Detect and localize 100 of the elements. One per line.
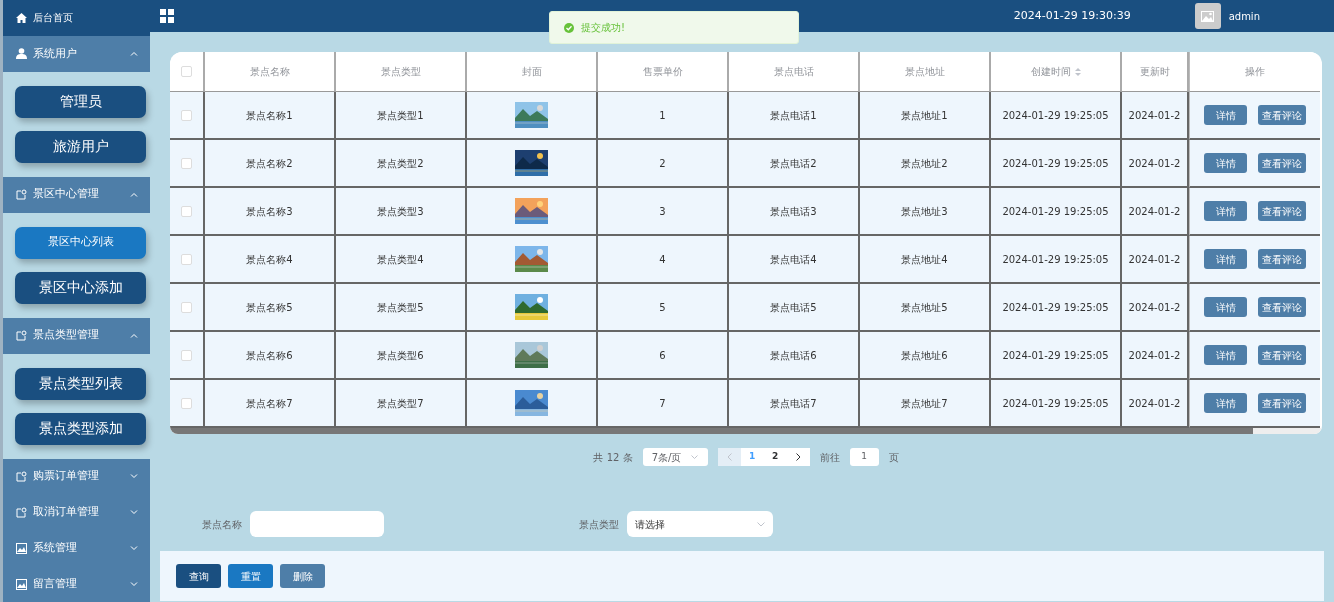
table-cell-text: 景点地址3: [901, 204, 948, 219]
table-cell-text: 2024-01-2: [1128, 300, 1181, 315]
table-cell-text: 5: [659, 300, 666, 315]
text-field[interactable]: [250, 511, 384, 537]
table-cell-text: 2024-01-29 19:25:05: [1002, 156, 1109, 171]
view-comments-button[interactable]: 查看评论: [1258, 297, 1306, 317]
next-page-button[interactable]: [786, 448, 810, 466]
detail-button[interactable]: 详情: [1204, 153, 1247, 173]
table-cell-text: 景点电话3: [770, 204, 817, 219]
detail-button[interactable]: 详情: [1204, 393, 1247, 413]
submenu-button[interactable]: 景区中心列表: [15, 226, 146, 259]
row-checkbox[interactable]: [181, 205, 192, 217]
table-cell-text: 景点地址2: [901, 156, 948, 171]
table-cell-text: 景点类型5: [377, 300, 424, 315]
row-checkbox[interactable]: [181, 253, 192, 265]
table-cell-text: 6: [659, 348, 666, 363]
column-header: 景点电话: [773, 65, 814, 79]
detail-button[interactable]: 详情: [1204, 297, 1247, 317]
column-header: 景点名称: [249, 65, 290, 79]
table-cell-text: 景点电话2: [770, 156, 817, 171]
total-count: 共 12 条: [593, 450, 633, 465]
date-time: 2024-01-29 19:30:39: [1013, 7, 1131, 24]
select-field[interactable]: 请选择: [627, 511, 773, 537]
table-cell-text: 景点名称4: [246, 252, 293, 267]
view-comments-button[interactable]: 查看评论: [1258, 153, 1306, 173]
detail-button[interactable]: 详情: [1204, 105, 1247, 125]
detail-button[interactable]: 详情: [1204, 345, 1247, 365]
table-cell-text: 2024-01-2: [1128, 204, 1181, 219]
table-cell-text: 景点名称6: [246, 348, 293, 363]
chevron-right-icon: [795, 453, 801, 461]
table-cell-text: 景点名称2: [246, 156, 293, 171]
document-icon: [16, 506, 27, 518]
query-button[interactable]: 查询: [176, 564, 221, 588]
table-cell-text: 3: [659, 204, 666, 219]
table-cell-text: 2024-01-2: [1128, 108, 1181, 123]
table-cell-text: 7: [659, 396, 666, 411]
document-icon: [16, 330, 27, 342]
chevron-down-icon: [757, 521, 765, 527]
row-checkbox[interactable]: [181, 157, 192, 169]
page-button[interactable]: 2: [763, 448, 787, 466]
table-cell-text: 2024-01-29 19:25:05: [1002, 108, 1109, 123]
submenu-button[interactable]: 景区中心添加: [15, 271, 146, 304]
table-cell-text: 2024-01-29 19:25:05: [1002, 396, 1109, 411]
delete-button[interactable]: 删除: [280, 564, 325, 588]
document-icon: [16, 470, 27, 482]
column-header: 操作: [1245, 65, 1265, 79]
view-comments-button[interactable]: 查看评论: [1258, 393, 1306, 413]
table-cell-text: 景点名称5: [246, 300, 293, 315]
table-cell-text: 景点名称7: [246, 396, 293, 411]
row-checkbox[interactable]: [181, 397, 192, 409]
table-cell-text: 景点电话4: [770, 252, 817, 267]
row-checkbox[interactable]: [181, 301, 192, 313]
select-all-checkbox[interactable]: [181, 66, 192, 77]
table-cell-text: 景点电话1: [770, 108, 817, 123]
submenu-button[interactable]: 景点类型添加: [15, 412, 146, 445]
success-check-icon: [564, 22, 574, 33]
row-checkbox[interactable]: [181, 349, 192, 361]
table-cell-text: 景点地址7: [901, 396, 948, 411]
table-cell-text: 景点类型4: [377, 252, 424, 267]
view-comments-button[interactable]: 查看评论: [1258, 201, 1306, 221]
table-cell-text: 1: [659, 108, 666, 123]
table-cell-text: 4: [659, 252, 666, 267]
view-comments-button[interactable]: 查看评论: [1258, 345, 1306, 365]
submenu-button[interactable]: 管理员: [15, 85, 146, 118]
image-icon: [16, 578, 27, 590]
field-label: 景点名称: [202, 517, 242, 532]
table-cell-text: 2024-01-2: [1128, 396, 1181, 411]
image-icon: [16, 542, 27, 554]
table-cell-text: 景点类型7: [377, 396, 424, 411]
table-cell-text: 2024-01-2: [1128, 348, 1181, 363]
scrollbar-thumb[interactable]: [170, 428, 1253, 434]
submenu-button[interactable]: 景点类型列表: [15, 367, 146, 400]
user-icon: [16, 48, 27, 60]
reset-button[interactable]: 重置: [228, 564, 273, 588]
column-header: 更新时: [1139, 65, 1170, 79]
user-name: admin: [1228, 9, 1260, 24]
column-header: 创建时间: [1030, 64, 1081, 79]
toast-message: 提交成功!: [581, 21, 625, 35]
table-cell-text: 景点类型6: [377, 348, 424, 363]
table-cell-text: 景点类型2: [377, 156, 424, 171]
table-cell-text: 景点地址4: [901, 252, 948, 267]
view-comments-button[interactable]: 查看评论: [1258, 105, 1306, 125]
page-size-select[interactable]: 7条/页: [642, 448, 708, 466]
page-button[interactable]: 1: [740, 448, 764, 466]
table-cell-text: 2024-01-29 19:25:05: [1002, 348, 1109, 363]
page-number-field[interactable]: 1: [849, 448, 879, 466]
avatar[interactable]: [1194, 3, 1221, 29]
view-comments-button[interactable]: 查看评论: [1258, 249, 1306, 269]
sidebar-home-item[interactable]: 后台首页: [3, 0, 150, 36]
grid-menu-icon[interactable]: [160, 9, 174, 23]
sort-icon[interactable]: [1074, 66, 1081, 77]
table-cell-text: 2024-01-29 19:25:05: [1002, 204, 1109, 219]
row-checkbox[interactable]: [181, 109, 192, 121]
table-cell-text: 景点地址6: [901, 348, 948, 363]
column-header: 售票单价: [642, 65, 683, 79]
detail-button[interactable]: 详情: [1204, 201, 1247, 221]
table-cell-text: 景点名称3: [246, 204, 293, 219]
detail-button[interactable]: 详情: [1204, 249, 1247, 269]
table-cell-text: 2: [659, 156, 666, 171]
submenu-button[interactable]: 旅游用户: [15, 130, 146, 163]
